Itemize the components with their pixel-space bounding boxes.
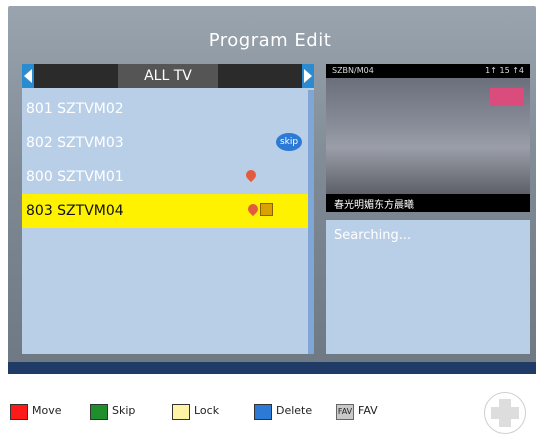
preview-topbar: SZBN/M04 1↑ 15 ↑4 [326, 64, 530, 78]
previous-group-arrow-icon[interactable] [22, 64, 34, 88]
preview-caption: 春光明媚东方晨曦 [326, 194, 530, 212]
preview-banner [490, 88, 524, 106]
navigation-pad-icon [484, 392, 526, 434]
channel-row[interactable]: 801 SZTVM02 [22, 92, 308, 126]
next-group-arrow-icon[interactable] [302, 64, 314, 88]
lock-label: Lock [194, 404, 220, 417]
favorite-icon [245, 201, 261, 217]
green-key-icon [90, 404, 108, 420]
channel-label: 801 SZTVM02 [26, 101, 124, 117]
yellow-key-icon [172, 404, 190, 420]
group-label: ALL TV [118, 64, 218, 88]
channel-label: 800 SZTVM01 [26, 169, 124, 185]
channel-label: 803 SZTVM04 [26, 203, 124, 219]
channel-row[interactable]: 802 SZTVM03 skip [22, 126, 308, 160]
lock-icon [260, 203, 273, 216]
skip-icon: skip [276, 133, 302, 151]
channel-list-panel: ALL TV 801 SZTVM02 802 SZTVM03 skip 800 … [22, 64, 314, 354]
move-label: Move [32, 404, 62, 417]
preview-time: 1↑ 15 ↑4 [485, 66, 524, 75]
channel-list: 801 SZTVM02 802 SZTVM03 skip 800 SZTVM01… [22, 92, 308, 228]
program-edit-screen: Program Edit ALL TV 801 SZTVM02 802 SZTV… [0, 0, 540, 440]
status-panel: Searching... [326, 220, 530, 354]
page-title: Program Edit [208, 30, 332, 51]
skip-label: Skip [112, 404, 136, 417]
blue-key-icon [254, 404, 272, 420]
list-scrollbar[interactable] [308, 90, 314, 354]
channel-label: 802 SZTVM03 [26, 135, 124, 151]
preview-image [326, 78, 530, 194]
preview-caption-text: 春光明媚东方晨曦 [334, 200, 414, 211]
preview-channel-id: SZBN/M04 [332, 66, 374, 75]
channel-row-selected[interactable]: 803 SZTVM04 [22, 194, 308, 228]
video-preview: SZBN/M04 1↑ 15 ↑4 春光明媚东方晨曦 [326, 64, 530, 212]
fav-key-icon: FAV [336, 404, 354, 420]
favorite-icon [243, 167, 259, 183]
fav-label: FAV [358, 404, 378, 417]
group-selector[interactable]: ALL TV [22, 64, 314, 88]
delete-label: Delete [276, 404, 313, 417]
status-text: Searching... [334, 228, 412, 243]
channel-row[interactable]: 800 SZTVM01 [22, 160, 308, 194]
red-key-icon [10, 404, 28, 420]
separator-bar [8, 362, 536, 374]
